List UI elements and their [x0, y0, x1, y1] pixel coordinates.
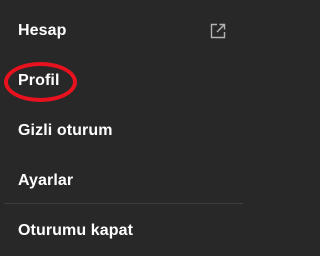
menu-item-log-out-label: Oturumu kapat: [18, 222, 134, 239]
external-link-icon: [210, 23, 226, 39]
menu-item-private-session[interactable]: Gizli oturum: [0, 106, 247, 156]
account-dropdown-menu: Hesap Profil Gizli oturum Ayarlar Oturum…: [0, 0, 247, 256]
menu-item-profile-label: Profil: [18, 72, 60, 89]
menu-item-account[interactable]: Hesap: [0, 6, 247, 56]
menu-item-settings[interactable]: Ayarlar: [0, 156, 247, 206]
menu-item-settings-label: Ayarlar: [18, 172, 74, 189]
menu-item-log-out[interactable]: Oturumu kapat: [0, 206, 247, 256]
menu-item-account-label: Hesap: [18, 22, 67, 39]
menu-item-private-session-label: Gizli oturum: [18, 122, 113, 139]
menu-divider: [4, 203, 243, 204]
menu-item-profile[interactable]: Profil: [0, 56, 247, 106]
